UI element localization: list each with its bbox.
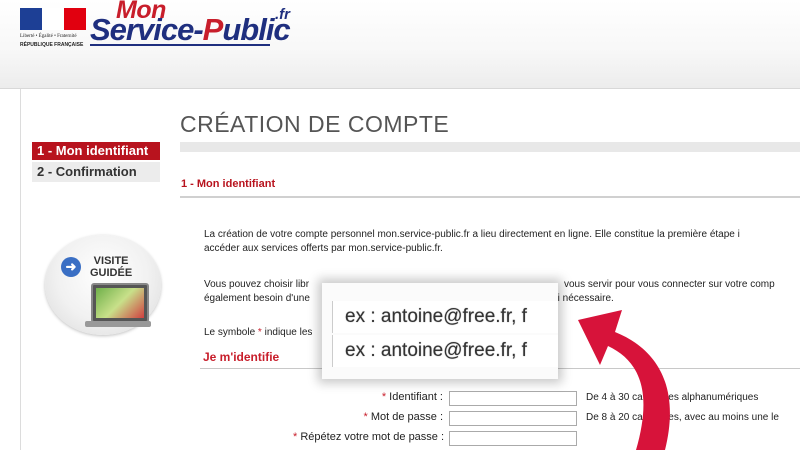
french-flag-icon [20,8,86,30]
brand-fr: .fr [275,6,290,23]
repeat-password-label-text: Répétez votre mot de passe : [300,431,445,443]
intro-text-line2: accéder aux services offerts par mon.ser… [204,243,443,254]
required-star: * [363,411,368,423]
brand-logo[interactable]: Service-Public [90,12,291,48]
repeat-password-label: * Répétez votre mot de passe : [293,431,445,443]
zoom-example-2: ex : antoine@free.fr, f [332,335,558,367]
step-confirmation: 2 - Confirmation [32,162,160,182]
visite-line1: VISITE [93,255,129,267]
curved-arrow-shape [578,310,670,450]
zoom-callout: ex : antoine@free.fr, f ex : antoine@fre… [322,283,558,379]
arrow-right-icon: ➜ [61,257,81,277]
mot-de-passe-label-text: Mot de passe : [370,411,443,423]
symbol-suffix: indique les [261,327,313,338]
section-divider [180,196,800,198]
republique-francaise-logo[interactable]: Liberté • Égalité • Fraternité RÉPUBLIQU… [20,8,86,50]
gov-country: RÉPUBLIQUE FRANÇAISE [20,42,84,48]
choose-text-left2: également besoin d'une [204,293,310,304]
page-title: CRÉATION DE COMPTE [180,111,450,137]
intro-text-line1: La création de votre compte personnel mo… [204,229,740,240]
required-star: * [293,431,298,443]
brand-p: P [202,12,224,47]
repeat-password-input[interactable] [449,431,577,446]
required-star: * [381,391,387,403]
identifiant-input[interactable] [449,391,577,406]
section-heading: 1 - Mon identifiant [181,178,276,190]
laptop-base [85,321,151,327]
gov-motto: Liberté • Égalité • Fraternité [20,34,77,39]
mot-de-passe-input[interactable] [449,411,577,426]
symbol-prefix: Le symbole [204,327,258,338]
identifiant-label-text: Identifiant : [389,391,443,403]
sidebar-border [20,89,21,450]
title-divider [180,142,800,152]
visite-guidee-label: VISITE GUIDÉE [90,255,132,279]
zoom-example-1: ex : antoine@free.fr, f [332,301,558,333]
visite-guidee-button[interactable]: ➜ VISITE GUIDÉE [45,235,161,335]
identifiant-label: * Identifiant : [293,391,443,403]
laptop-icon [91,283,149,323]
step-mon-identifiant: 1 - Mon identifiant [32,142,160,160]
identify-heading: Je m'identifie [203,350,280,364]
mot-de-passe-label: * Mot de passe : [293,411,444,423]
brand-underline [90,44,270,46]
header-divider [0,88,800,89]
required-symbol-note: Le symbole * indique les [204,326,312,340]
choose-text-left1: Vous pouvez choisir libr [204,279,310,290]
brand-service: Service- [90,12,204,47]
curved-arrow-icon [578,310,670,450]
visite-line2: GUIDÉE [90,267,133,279]
